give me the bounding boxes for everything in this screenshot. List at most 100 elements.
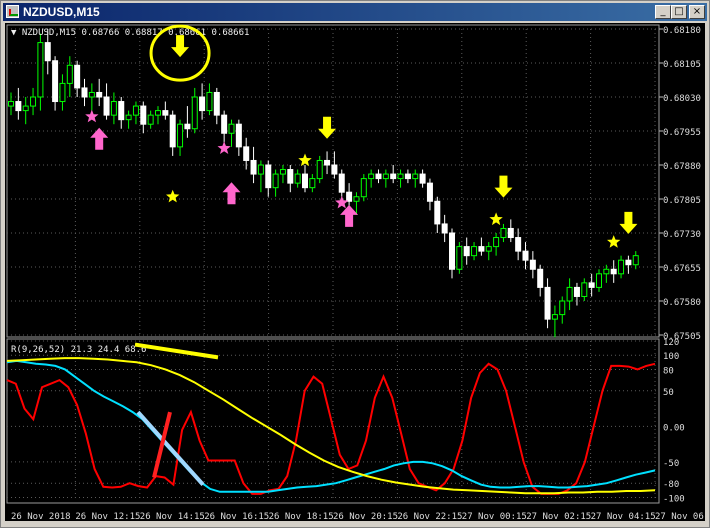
oscillator-line-0 (6, 362, 656, 495)
candle-body (74, 64, 81, 89)
candle-body (331, 164, 338, 175)
candle-body (184, 123, 191, 130)
price-axis-label: 0.68180 (663, 26, 701, 36)
oscillator-line-2 (6, 357, 656, 495)
candle-body (140, 105, 147, 125)
candle-body (59, 82, 66, 103)
chart-app-icon (6, 5, 19, 18)
candle-body (493, 237, 500, 248)
signal-star-icon (607, 235, 621, 248)
chart-area[interactable]: 0.68180 0.68105 0.68030 0.67955 0.67880 0.678… (5, 23, 705, 521)
candle-body (287, 169, 294, 184)
candle-body (52, 60, 59, 103)
candle-body (302, 173, 308, 189)
candle-body (573, 286, 580, 297)
time-axis-label: 26 Nov 14:15 (140, 512, 205, 521)
candle-body (507, 227, 514, 239)
signal-star-icon (85, 109, 99, 123)
candle-body (500, 227, 507, 239)
time-axis-label: 26 Nov 18:15 (269, 512, 334, 521)
candle-body (544, 286, 551, 320)
candle-body (169, 114, 176, 148)
candle-body (96, 91, 103, 98)
candle-body (279, 169, 286, 175)
candle-body (463, 246, 470, 257)
candle-body (551, 314, 558, 320)
time-axis-label: 27 Nov 06:15 (655, 512, 705, 521)
price-axis-label: 0.67805 (663, 196, 701, 206)
price-axis-label: 0.68105 (663, 60, 701, 70)
time-axis-label: 26 Nov 2018 (11, 512, 71, 521)
chart-window: NZDUSD,M15 _ □ × 0.68180 0.68105 0.68030 0.… (0, 0, 710, 528)
candle-body (324, 159, 331, 166)
candle-body (338, 173, 345, 193)
candle-body (228, 123, 235, 134)
candle-body (346, 191, 353, 202)
candle-body (559, 300, 566, 316)
candle-body (426, 182, 433, 202)
candle-body (360, 178, 367, 198)
candle-body (132, 105, 139, 116)
candle-body (103, 96, 110, 116)
candle-body (81, 87, 88, 98)
window-title: NZDUSD,M15 (23, 5, 100, 19)
candle-body (243, 146, 250, 161)
time-axis-label: 27 Nov 02:15 (526, 512, 591, 521)
candle-body (618, 259, 625, 275)
candle-body (456, 246, 463, 270)
candle-body (390, 173, 397, 180)
price-axis-label: 0.67655 (663, 264, 701, 274)
candle-body (316, 159, 323, 180)
candle-body (515, 237, 522, 252)
candle-body (485, 246, 492, 252)
close-button[interactable]: × (689, 5, 705, 19)
candle-body (368, 173, 375, 180)
candle-body (8, 101, 14, 107)
candle-body (125, 114, 132, 121)
minimize-button[interactable]: _ (655, 5, 671, 19)
signal-star-icon (298, 153, 312, 167)
buy-arrow-up-icon (90, 127, 109, 150)
candle-body (309, 178, 316, 189)
candle-body (397, 173, 404, 180)
signal-star-icon (166, 189, 180, 203)
time-axis-label: 26 Nov 12:15 (75, 512, 140, 521)
price-axis-label: 0.67955 (663, 128, 701, 138)
candle-body (412, 173, 419, 180)
candle-body (250, 159, 257, 175)
candle-body (449, 232, 455, 270)
candle-body (37, 42, 44, 98)
sell-arrow-down-icon (171, 35, 190, 58)
candle-body (610, 268, 617, 275)
candle-body (110, 101, 117, 116)
candle-body (404, 173, 411, 180)
candle-body (147, 114, 154, 125)
window-titlebar[interactable]: NZDUSD,M15 _ □ × (3, 3, 707, 21)
candle-body (155, 110, 161, 116)
maximize-button[interactable]: □ (671, 5, 687, 19)
candle-body (191, 96, 198, 130)
oscillator-axis-label: 0.00 (663, 423, 685, 433)
signal-star-icon (217, 141, 231, 154)
signal-star-icon (489, 212, 503, 226)
time-axis-label: 26 Nov 16:15 (204, 512, 269, 521)
candle-body (603, 268, 610, 275)
candle-body (419, 173, 426, 184)
candle-body (294, 173, 301, 184)
price-axis-label: 0.67880 (663, 162, 701, 172)
candle-body (375, 173, 382, 180)
candle-body (30, 96, 37, 107)
price-axis-label: 0.68030 (663, 94, 701, 104)
candle-body (15, 101, 22, 112)
candle-body (625, 259, 632, 266)
candle-body (221, 114, 228, 134)
candle-body (529, 259, 536, 270)
candle-body (206, 91, 213, 112)
buy-arrow-up-icon (222, 182, 241, 205)
oscillator-axis-label: 50 (663, 388, 674, 398)
candle-body (177, 123, 184, 148)
time-axis-label: 26 Nov 22:15 (397, 512, 462, 521)
candle-body (632, 255, 639, 266)
oscillator-axis-label: -100 (663, 494, 685, 504)
time-axis-label: 26 Nov 20:15 (333, 512, 398, 521)
